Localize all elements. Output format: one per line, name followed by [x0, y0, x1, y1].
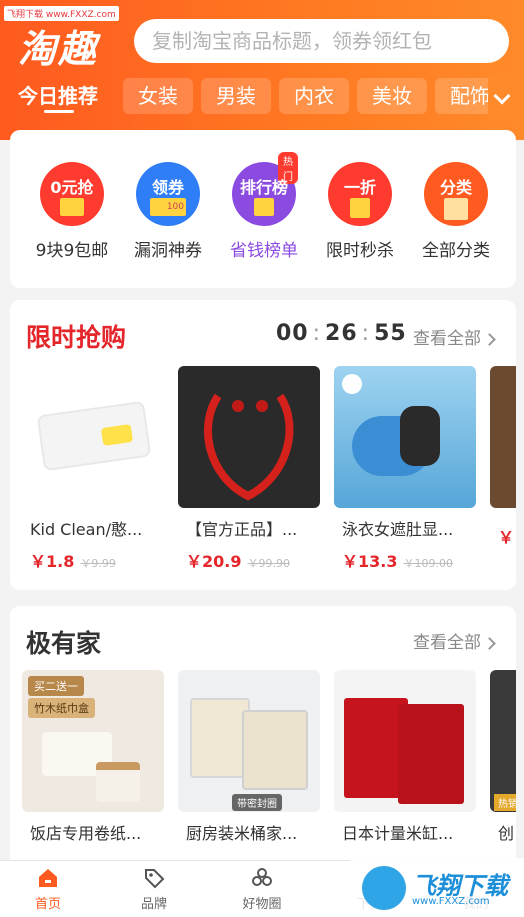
expand-tabs-button[interactable] [488, 76, 524, 120]
product-image: 热销 [490, 670, 516, 812]
product-card[interactable]: 泳衣女遮肚显... ￥13.3 ￥109.00 [334, 366, 476, 572]
chevron-right-icon [483, 333, 496, 346]
product-card[interactable]: ￥ [490, 366, 516, 548]
product-image [22, 366, 164, 508]
section-title: 限时抢购 [26, 323, 127, 352]
product-card[interactable]: 买二送一 竹木纸巾盒 饭店专用卷纸... [22, 670, 164, 844]
tab-underwear[interactable]: 内衣 [279, 78, 349, 114]
chevron-right-icon [483, 637, 496, 650]
tag-icon [143, 867, 165, 889]
category-label: 限时秒杀 [326, 241, 394, 261]
category-flash[interactable]: 一折 限时秒杀 [312, 162, 408, 261]
coupon-icon: 领券 100 [136, 162, 200, 226]
flower-icon [251, 867, 273, 889]
product-image: 带密封圈 [178, 670, 320, 812]
countdown-timer: 00:26:55 [276, 321, 407, 346]
category-ranking[interactable]: 热门 排行榜 省钱榜单 [216, 152, 312, 261]
category-coupons[interactable]: 领券 100 漏洞神券 [120, 162, 216, 261]
product-image [334, 670, 476, 812]
ranking-icon: 热门 排行榜 [232, 152, 298, 226]
category-label: 漏洞神券 [134, 241, 202, 261]
view-all-link[interactable]: 查看全部 [413, 324, 496, 349]
home-icon [37, 867, 59, 889]
product-card[interactable]: Kid Clean/憨... ￥1.8 ￥9.99 [22, 366, 164, 572]
section-title: 极有家 [26, 629, 102, 658]
tab-beauty[interactable]: 美妆 [357, 78, 427, 114]
category-tabs: 今日推荐 女装 男装 内衣 美妆 配饰 [0, 76, 524, 120]
tab-today[interactable]: 今日推荐 [12, 78, 104, 114]
active-tab-indicator [44, 110, 74, 113]
product-card[interactable]: 带密封圈 厨房装米桶家... [178, 670, 320, 844]
search-input[interactable]: 复制淘宝商品标题，领券领红包 [134, 19, 509, 63]
gift-icon: 0元抢 [40, 162, 104, 226]
flash-sale-section: 限时抢购 00:26:55 查看全部 Kid Clean/憨... ￥1.8 ￥9… [10, 300, 516, 590]
category-all[interactable]: 分类 全部分类 [408, 162, 504, 261]
grid-icon: 分类 [424, 162, 488, 226]
product-image [178, 366, 320, 508]
watermark-logo-icon [362, 866, 406, 910]
product-card[interactable]: 【官方正品】... ￥20.9 ￥99.90 [178, 366, 320, 572]
nav-brand[interactable]: 品牌 [114, 867, 194, 912]
bag-icon: 一折 [328, 162, 392, 226]
product-image [334, 366, 476, 508]
nav-home[interactable]: 首页 [8, 867, 88, 912]
category-grid: 0元抢 9块9包邮 领券 100 漏洞神券 热门 排行榜 省钱榜单 一折 限时秒… [10, 130, 516, 288]
category-label: 省钱榜单 [230, 241, 298, 261]
view-all-link[interactable]: 查看全部 [413, 628, 496, 653]
product-card[interactable]: 日本计量米缸... [334, 670, 476, 844]
tab-women[interactable]: 女装 [123, 78, 193, 114]
app-logo: 淘趣 [18, 27, 99, 71]
tab-men[interactable]: 男装 [201, 78, 271, 114]
category-label: 全部分类 [422, 241, 490, 261]
site-watermark: 飞翔下载 www.FXXZ.com [350, 858, 524, 917]
nav-goods-circle[interactable]: 好物圈 [222, 867, 302, 912]
header: 飞翔下载 www.FXXZ.com 淘趣 复制淘宝商品标题，领券领红包 今日推荐… [0, 0, 524, 140]
category-label: 9块9包邮 [35, 241, 109, 261]
home-section: 极有家 查看全部 买二送一 竹木纸巾盒 饭店专用卷纸... 带密封圈 厨房装米桶… [10, 606, 516, 866]
product-card[interactable]: 热销 创 [490, 670, 516, 844]
category-free-grab[interactable]: 0元抢 9块9包邮 [24, 162, 120, 261]
product-image [490, 366, 516, 508]
chevron-down-icon [493, 87, 511, 105]
product-image: 买二送一 竹木纸巾盒 [22, 670, 164, 812]
